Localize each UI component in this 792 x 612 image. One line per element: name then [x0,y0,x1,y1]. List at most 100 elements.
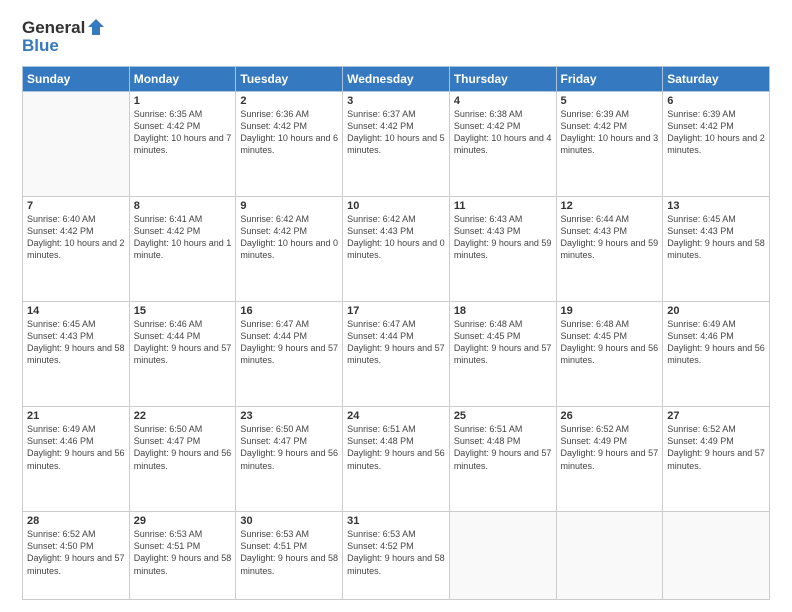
logo-icon [86,17,106,37]
calendar-cell: 14 Sunrise: 6:45 AMSunset: 4:43 PMDaylig… [23,302,130,407]
calendar-cell: 20 Sunrise: 6:49 AMSunset: 4:46 PMDaylig… [663,302,770,407]
day-number: 28 [27,515,125,527]
day-number: 13 [667,200,765,212]
header: General Blue [22,18,770,56]
day-info: Sunrise: 6:52 AMSunset: 4:49 PMDaylight:… [561,424,659,470]
calendar-cell: 19 Sunrise: 6:48 AMSunset: 4:45 PMDaylig… [556,302,663,407]
calendar-cell: 11 Sunrise: 6:43 AMSunset: 4:43 PMDaylig… [449,197,556,302]
calendar-cell: 30 Sunrise: 6:53 AMSunset: 4:51 PMDaylig… [236,512,343,600]
calendar-cell: 16 Sunrise: 6:47 AMSunset: 4:44 PMDaylig… [236,302,343,407]
logo: General Blue [22,18,106,56]
day-info: Sunrise: 6:42 AMSunset: 4:42 PMDaylight:… [240,214,338,260]
day-number: 23 [240,410,338,422]
day-info: Sunrise: 6:43 AMSunset: 4:43 PMDaylight:… [454,214,552,260]
day-info: Sunrise: 6:53 AMSunset: 4:51 PMDaylight:… [240,529,338,575]
calendar-cell: 3 Sunrise: 6:37 AMSunset: 4:42 PMDayligh… [343,92,450,197]
weekday-header-sunday: Sunday [23,67,130,92]
day-number: 9 [240,200,338,212]
day-number: 21 [27,410,125,422]
day-number: 20 [667,305,765,317]
day-number: 15 [134,305,232,317]
day-number: 18 [454,305,552,317]
weekday-header-thursday: Thursday [449,67,556,92]
calendar-cell: 7 Sunrise: 6:40 AMSunset: 4:42 PMDayligh… [23,197,130,302]
calendar-cell: 2 Sunrise: 6:36 AMSunset: 4:42 PMDayligh… [236,92,343,197]
weekday-header-wednesday: Wednesday [343,67,450,92]
calendar-cell: 17 Sunrise: 6:47 AMSunset: 4:44 PMDaylig… [343,302,450,407]
day-info: Sunrise: 6:49 AMSunset: 4:46 PMDaylight:… [667,319,765,365]
day-info: Sunrise: 6:46 AMSunset: 4:44 PMDaylight:… [134,319,232,365]
day-number: 16 [240,305,338,317]
day-info: Sunrise: 6:37 AMSunset: 4:42 PMDaylight:… [347,109,445,155]
day-number: 27 [667,410,765,422]
day-info: Sunrise: 6:39 AMSunset: 4:42 PMDaylight:… [561,109,659,155]
day-number: 6 [667,95,765,107]
day-number: 31 [347,515,445,527]
day-number: 29 [134,515,232,527]
day-number: 17 [347,305,445,317]
day-info: Sunrise: 6:48 AMSunset: 4:45 PMDaylight:… [454,319,552,365]
calendar-cell [449,512,556,600]
day-number: 25 [454,410,552,422]
calendar-cell [556,512,663,600]
calendar-cell: 21 Sunrise: 6:49 AMSunset: 4:46 PMDaylig… [23,407,130,512]
day-number: 8 [134,200,232,212]
calendar-cell: 25 Sunrise: 6:51 AMSunset: 4:48 PMDaylig… [449,407,556,512]
day-number: 22 [134,410,232,422]
day-info: Sunrise: 6:47 AMSunset: 4:44 PMDaylight:… [347,319,445,365]
calendar-cell: 31 Sunrise: 6:53 AMSunset: 4:52 PMDaylig… [343,512,450,600]
day-number: 12 [561,200,659,212]
day-info: Sunrise: 6:49 AMSunset: 4:46 PMDaylight:… [27,424,125,470]
day-info: Sunrise: 6:53 AMSunset: 4:52 PMDaylight:… [347,529,445,575]
calendar-cell: 8 Sunrise: 6:41 AMSunset: 4:42 PMDayligh… [129,197,236,302]
day-number: 7 [27,200,125,212]
calendar-cell: 24 Sunrise: 6:51 AMSunset: 4:48 PMDaylig… [343,407,450,512]
calendar-cell: 4 Sunrise: 6:38 AMSunset: 4:42 PMDayligh… [449,92,556,197]
calendar-cell: 27 Sunrise: 6:52 AMSunset: 4:49 PMDaylig… [663,407,770,512]
weekday-header-monday: Monday [129,67,236,92]
day-number: 5 [561,95,659,107]
calendar-cell: 1 Sunrise: 6:35 AMSunset: 4:42 PMDayligh… [129,92,236,197]
calendar-cell: 18 Sunrise: 6:48 AMSunset: 4:45 PMDaylig… [449,302,556,407]
calendar-cell: 5 Sunrise: 6:39 AMSunset: 4:42 PMDayligh… [556,92,663,197]
day-info: Sunrise: 6:36 AMSunset: 4:42 PMDaylight:… [240,109,338,155]
day-info: Sunrise: 6:50 AMSunset: 4:47 PMDaylight:… [240,424,338,470]
day-number: 2 [240,95,338,107]
calendar-cell: 6 Sunrise: 6:39 AMSunset: 4:42 PMDayligh… [663,92,770,197]
day-info: Sunrise: 6:39 AMSunset: 4:42 PMDaylight:… [667,109,765,155]
day-info: Sunrise: 6:42 AMSunset: 4:43 PMDaylight:… [347,214,445,260]
day-number: 3 [347,95,445,107]
day-info: Sunrise: 6:51 AMSunset: 4:48 PMDaylight:… [454,424,552,470]
day-number: 26 [561,410,659,422]
page: General Blue SundayMondayTuesdayWednesda… [0,0,792,612]
day-info: Sunrise: 6:45 AMSunset: 4:43 PMDaylight:… [27,319,125,365]
calendar-cell: 29 Sunrise: 6:53 AMSunset: 4:51 PMDaylig… [129,512,236,600]
day-info: Sunrise: 6:38 AMSunset: 4:42 PMDaylight:… [454,109,552,155]
day-number: 24 [347,410,445,422]
calendar-cell: 28 Sunrise: 6:52 AMSunset: 4:50 PMDaylig… [23,512,130,600]
day-info: Sunrise: 6:41 AMSunset: 4:42 PMDaylight:… [134,214,232,260]
weekday-header-row: SundayMondayTuesdayWednesdayThursdayFrid… [23,67,770,92]
day-info: Sunrise: 6:53 AMSunset: 4:51 PMDaylight:… [134,529,232,575]
day-info: Sunrise: 6:35 AMSunset: 4:42 PMDaylight:… [134,109,232,155]
day-number: 14 [27,305,125,317]
calendar-cell: 13 Sunrise: 6:45 AMSunset: 4:43 PMDaylig… [663,197,770,302]
day-info: Sunrise: 6:45 AMSunset: 4:43 PMDaylight:… [667,214,765,260]
calendar-table: SundayMondayTuesdayWednesdayThursdayFrid… [22,66,770,600]
day-info: Sunrise: 6:51 AMSunset: 4:48 PMDaylight:… [347,424,445,470]
weekday-header-friday: Friday [556,67,663,92]
day-number: 30 [240,515,338,527]
day-info: Sunrise: 6:40 AMSunset: 4:42 PMDaylight:… [27,214,125,260]
calendar-cell: 10 Sunrise: 6:42 AMSunset: 4:43 PMDaylig… [343,197,450,302]
calendar-cell [23,92,130,197]
calendar-cell: 15 Sunrise: 6:46 AMSunset: 4:44 PMDaylig… [129,302,236,407]
calendar-cell: 26 Sunrise: 6:52 AMSunset: 4:49 PMDaylig… [556,407,663,512]
calendar-cell: 12 Sunrise: 6:44 AMSunset: 4:43 PMDaylig… [556,197,663,302]
day-number: 10 [347,200,445,212]
calendar-cell: 22 Sunrise: 6:50 AMSunset: 4:47 PMDaylig… [129,407,236,512]
day-number: 11 [454,200,552,212]
day-number: 19 [561,305,659,317]
day-info: Sunrise: 6:52 AMSunset: 4:50 PMDaylight:… [27,529,125,575]
calendar-cell: 23 Sunrise: 6:50 AMSunset: 4:47 PMDaylig… [236,407,343,512]
logo-text: General [22,18,85,38]
